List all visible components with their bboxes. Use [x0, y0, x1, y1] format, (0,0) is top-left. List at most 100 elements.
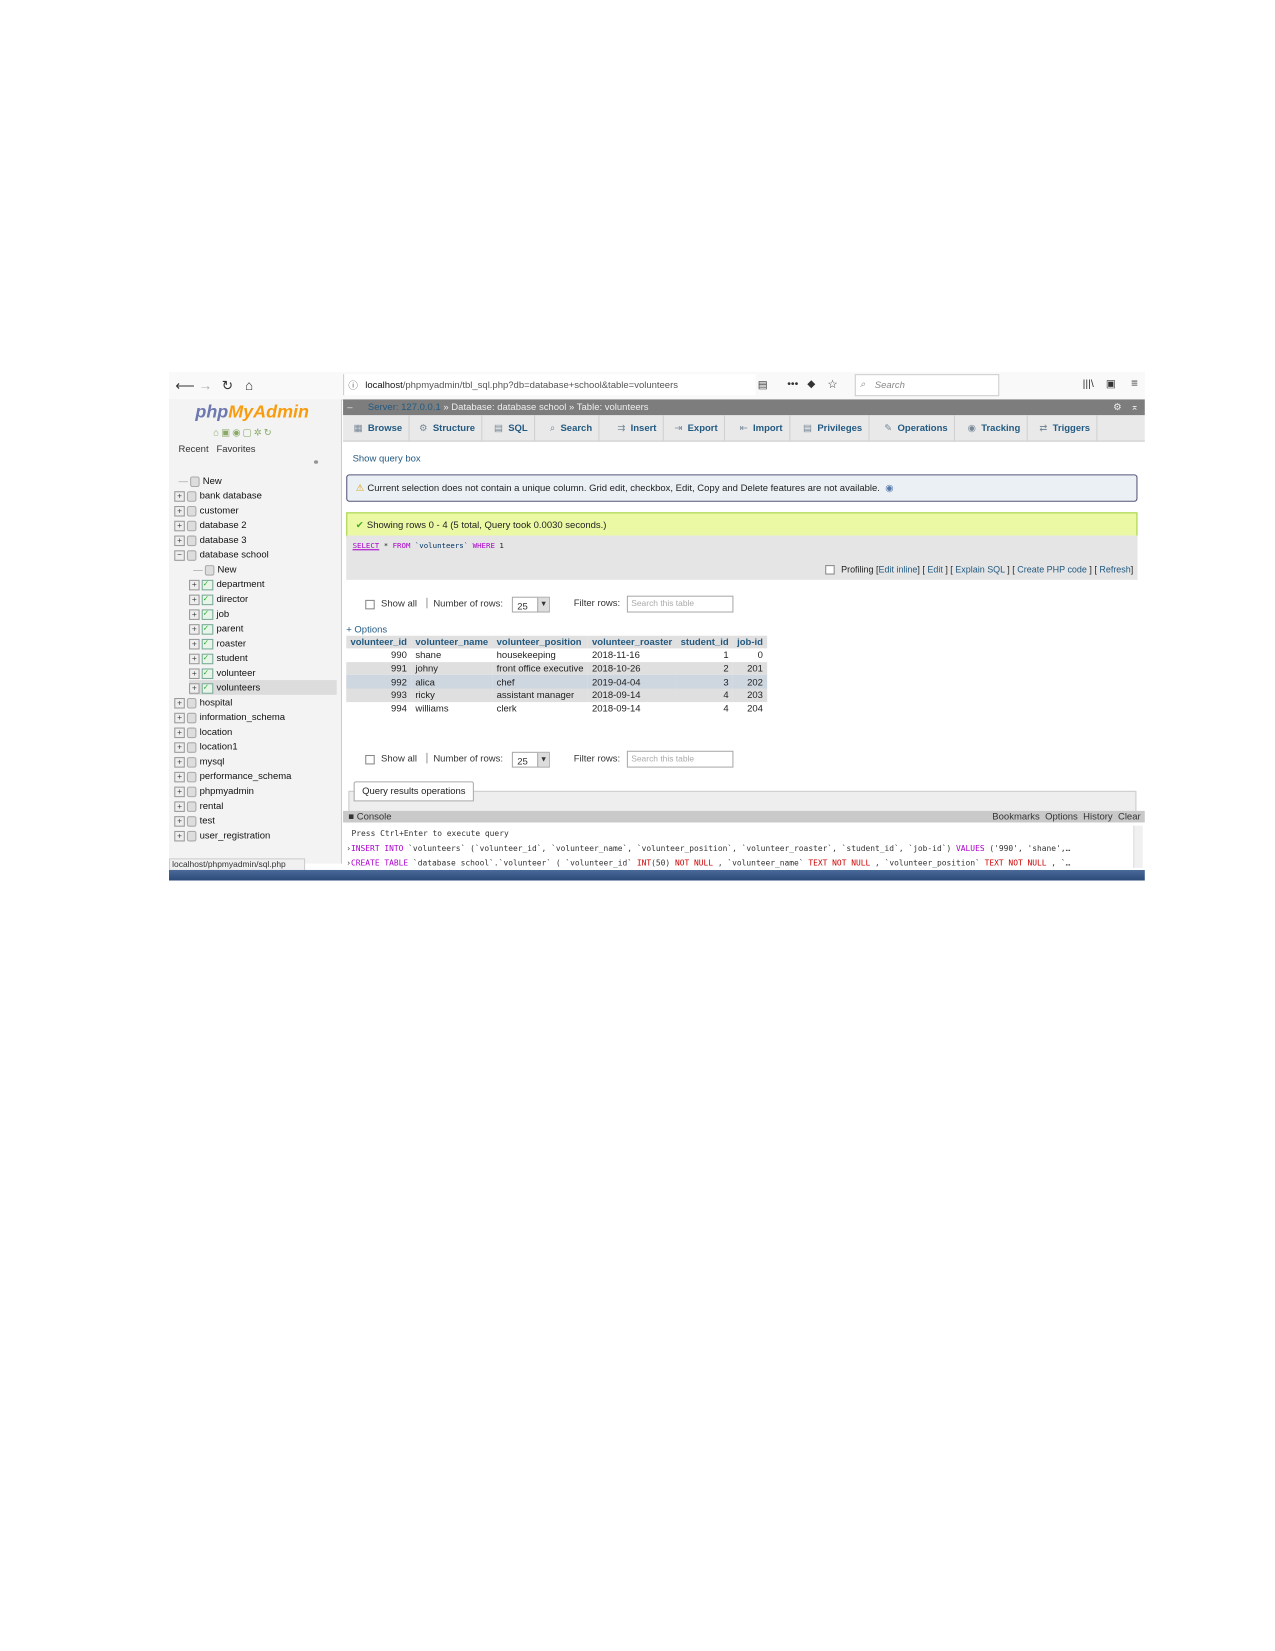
phpmyadmin-logo[interactable]: phpMyAdmin — [195, 402, 309, 423]
sidebar-item-database-3[interactable]: + database 3 — [174, 532, 247, 547]
filter-rows-input[interactable]: Search this table — [627, 750, 734, 768]
collapse-icon[interactable]: – — [347, 402, 352, 413]
menu-icon[interactable]: ≡ — [1131, 377, 1138, 390]
num-rows-select[interactable]: 25 ▼ — [511, 751, 550, 768]
sidebar-item-roaster[interactable]: + ✓ roaster — [189, 636, 246, 651]
expand-icon[interactable]: + — [174, 815, 185, 827]
sidebar-item-New[interactable]: — New — [189, 562, 237, 577]
sidebar-item-test[interactable]: + test — [174, 813, 215, 828]
expand-icon[interactable]: + — [174, 505, 185, 517]
sidebar-item-hospital[interactable]: + hospital — [174, 695, 232, 710]
sidebar-item-director[interactable]: + ✓ director — [189, 591, 248, 606]
console-history[interactable]: History — [1083, 811, 1113, 822]
bookmark-star-icon[interactable]: ☆ — [827, 377, 837, 391]
sidebar-item-database-school[interactable]: − database school — [174, 547, 269, 562]
console-options[interactable]: Options — [1045, 811, 1078, 822]
expand-icon[interactable]: + — [189, 623, 200, 635]
sidebar-item-phpmyadmin[interactable]: + phpmyadmin — [174, 783, 254, 798]
tab-browse[interactable]: ▦ Browse — [347, 415, 410, 441]
sidebar-item-information_schema[interactable]: + information_schema — [174, 710, 285, 725]
maximize-icon[interactable]: ⌅ — [1131, 399, 1139, 415]
tab-privileges[interactable]: ▤ Privileges — [797, 415, 870, 441]
console-title[interactable]: Console — [357, 811, 392, 822]
breadcrumb-server[interactable]: Server: 127.0.0.1 — [368, 402, 441, 413]
library-icon[interactable]: |||\ — [1083, 378, 1094, 390]
expand-icon[interactable]: + — [174, 490, 185, 502]
edit-inline-link[interactable]: Edit inline — [879, 564, 918, 575]
reload-icon[interactable]: ↻ — [222, 377, 234, 394]
sidebar-item-volunteer[interactable]: + ✓ volunteer — [189, 665, 256, 680]
console-bookmarks[interactable]: Bookmarks — [992, 811, 1039, 822]
show-all-checkbox[interactable] — [365, 754, 375, 764]
console-query-2[interactable]: ›CREATE TABLE `database school`.`volunte… — [346, 858, 1121, 867]
expand-icon[interactable]: + — [189, 579, 200, 590]
show-query-box-link[interactable]: Show query box — [353, 453, 421, 464]
settings-icon[interactable]: ⚙ — [1113, 399, 1122, 415]
recent-tab[interactable]: Recent — [178, 444, 208, 455]
sidebar-item-student[interactable]: + ✓ student — [189, 651, 248, 666]
edit-link[interactable]: Edit — [927, 564, 942, 575]
column-header-volunteer_roaster[interactable]: volunteer_roaster — [587, 635, 677, 649]
explain-sql-link[interactable]: Explain SQL — [955, 564, 1005, 575]
tab-import[interactable]: ⇤ Import — [733, 415, 790, 441]
expand-icon[interactable]: + — [174, 771, 185, 782]
sidebar-item-location[interactable]: + location — [174, 724, 232, 739]
expand-icon[interactable]: + — [189, 638, 200, 650]
tab-search[interactable]: ⌕ Search — [544, 415, 600, 441]
options-link[interactable]: + Options — [346, 624, 387, 635]
table-row[interactable]: 992 alica chef 2019-04-04 3 202 — [346, 675, 768, 689]
expand-icon[interactable]: + — [174, 520, 185, 531]
tab-insert[interactable]: ⇉ Insert — [611, 415, 664, 441]
sidebar-item-volunteers[interactable]: + ✓ volunteers — [189, 680, 337, 695]
back-icon[interactable]: ⟵ — [175, 377, 195, 394]
console-clear[interactable]: Clear — [1118, 811, 1141, 822]
browser-search-input[interactable]: ⌕ Search — [854, 374, 1000, 397]
sidebar-item-bank-database[interactable]: + bank database — [174, 488, 262, 503]
sidebar-item-job[interactable]: + ✓ job — [189, 606, 229, 621]
expand-icon[interactable]: + — [174, 830, 185, 842]
expand-icon[interactable]: + — [174, 800, 185, 812]
sidebar-item-parent[interactable]: + ✓ parent — [189, 621, 243, 636]
expand-icon[interactable]: + — [189, 682, 200, 694]
forward-icon[interactable]: → — [199, 377, 213, 393]
sidebar-item-database-2[interactable]: + database 2 — [174, 518, 247, 533]
expand-icon[interactable]: + — [174, 727, 185, 738]
pocket-icon[interactable]: ◆ — [807, 378, 815, 390]
quick-icons[interactable]: ⌂▣◉▢✲↻ — [213, 427, 274, 439]
profiling-checkbox[interactable] — [825, 565, 835, 575]
sidebar-toggle-icon[interactable]: ▣ — [1106, 378, 1116, 390]
expand-icon[interactable]: + — [174, 535, 185, 546]
expand-icon[interactable]: + — [189, 668, 200, 679]
create-php-link[interactable]: Create PHP code — [1017, 564, 1087, 575]
link-icon[interactable]: ⚭ — [312, 457, 319, 466]
sidebar-item-performance_schema[interactable]: + performance_schema — [174, 769, 291, 784]
expand-icon[interactable]: + — [174, 741, 185, 753]
column-header-student_id[interactable]: student_id — [676, 635, 733, 649]
console-query-1[interactable]: ›INSERT INTO `volunteers` (`volunteer_id… — [346, 844, 1121, 853]
column-header-job-id[interactable]: job-id — [732, 635, 768, 649]
home-icon[interactable]: ⌂ — [245, 377, 253, 393]
tab-tracking[interactable]: ◉ Tracking — [961, 415, 1028, 441]
sidebar-item-location1[interactable]: + location1 — [174, 739, 238, 754]
column-header-volunteer_position[interactable]: volunteer_position — [492, 635, 588, 649]
favorites-tab[interactable]: Favorites — [216, 444, 255, 455]
tab-sql[interactable]: ▤ SQL — [488, 415, 536, 441]
breadcrumb-database[interactable]: Database: database school — [451, 402, 566, 413]
sidebar-item-customer[interactable]: + customer — [174, 503, 239, 518]
expand-icon[interactable]: + — [174, 756, 185, 768]
url-bar[interactable]: ⓘ localhost/phpmyadmin/tbl_sql.php?db=da… — [343, 374, 756, 396]
sidebar-item-department[interactable]: + ✓ department — [189, 577, 265, 592]
help-icon[interactable]: ◉ — [885, 483, 893, 494]
reader-icon[interactable]: ▤ — [758, 379, 768, 391]
tab-operations[interactable]: ✎ Operations — [878, 415, 956, 441]
expand-icon[interactable]: + — [174, 786, 185, 797]
console-scrollbar[interactable] — [1133, 825, 1143, 868]
num-rows-select[interactable]: 25 ▼ — [511, 596, 550, 613]
show-all-checkbox[interactable] — [365, 599, 375, 609]
table-row[interactable]: 994 williams clerk 2018-09-14 4 204 — [346, 701, 768, 716]
tab-triggers[interactable]: ⇄ Triggers — [1033, 415, 1098, 441]
expand-icon[interactable]: + — [174, 712, 185, 723]
tab-export[interactable]: ⇥ Export — [668, 415, 726, 441]
expand-icon[interactable]: + — [189, 653, 200, 664]
sidebar-item-rental[interactable]: + rental — [174, 798, 223, 813]
